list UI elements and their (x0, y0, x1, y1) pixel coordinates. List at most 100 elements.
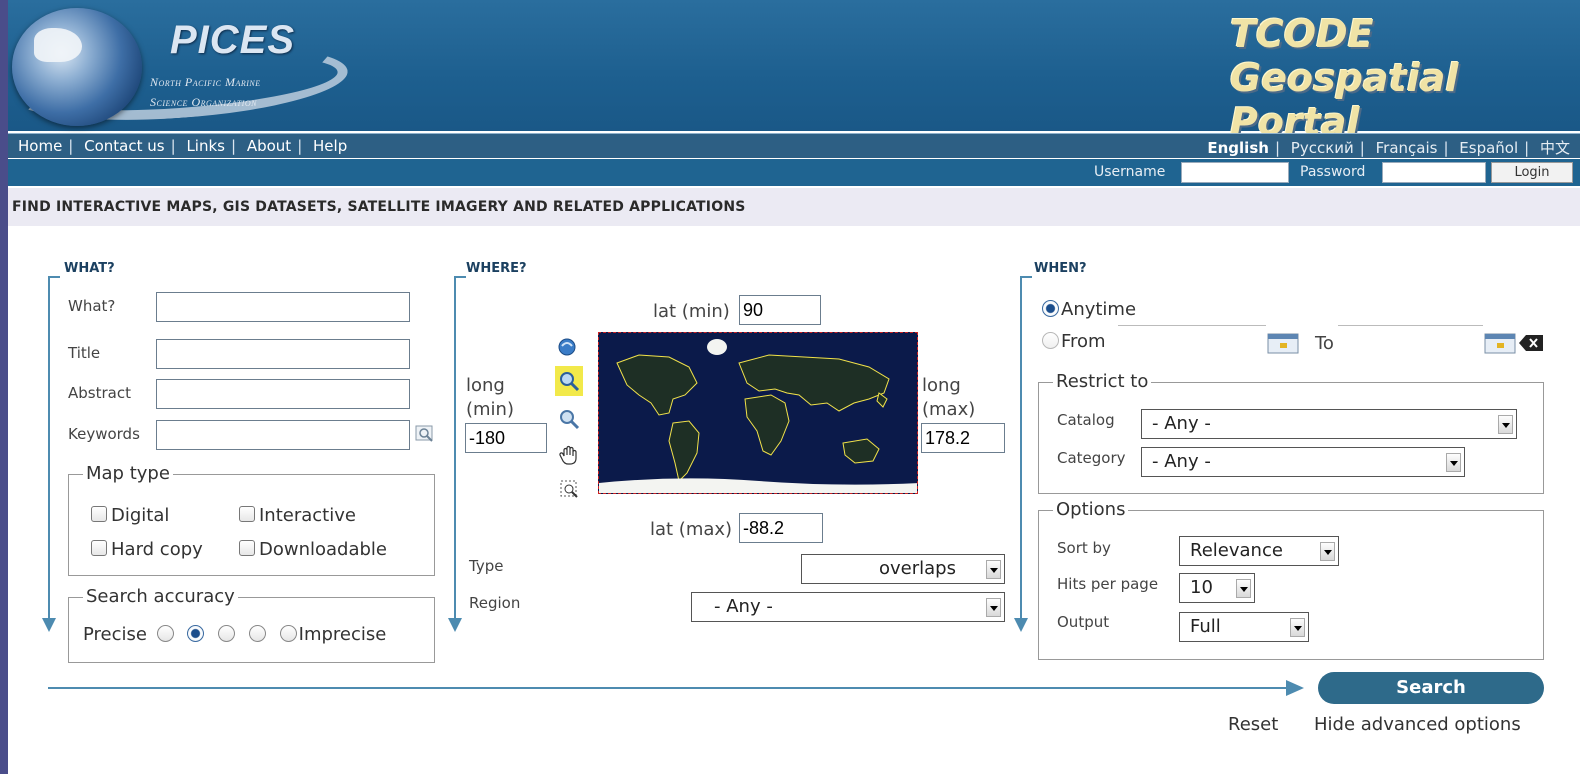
accuracy-radio-2[interactable] (187, 625, 205, 642)
login-button[interactable]: Login (1491, 162, 1573, 183)
chevron-down-icon[interactable] (1320, 542, 1335, 561)
to-date-input[interactable] (1338, 325, 1483, 355)
checkbox-icon[interactable] (239, 506, 255, 522)
map-type-fieldset: Map type Digital Interactive Hard copy D… (68, 463, 435, 576)
zoom-in-icon[interactable] (558, 370, 580, 392)
catalog-select-value: - Any - (1152, 413, 1211, 434)
zoom-in-tool-active[interactable] (555, 366, 583, 396)
find-banner: FIND INTERACTIVE MAPS, GIS DATASETS, SAT… (8, 188, 1580, 226)
output-select[interactable]: Full (1179, 612, 1309, 642)
restrict-to-fieldset: Restrict to Catalog - Any - Category - A… (1038, 371, 1544, 494)
nav-link-help[interactable]: Help (313, 137, 347, 155)
zoom-out-icon[interactable] (558, 408, 580, 430)
keyword-picker-icon[interactable] (414, 422, 436, 444)
accuracy-radio-1[interactable] (156, 625, 174, 642)
lang-french[interactable]: Français (1376, 139, 1438, 157)
find-banner-text: FIND INTERACTIVE MAPS, GIS DATASETS, SAT… (12, 199, 746, 215)
clear-date-icon[interactable] (1518, 334, 1544, 352)
chevron-down-icon[interactable] (1498, 415, 1513, 434)
hits-per-page-value: 10 (1190, 577, 1213, 598)
options-fieldset: Options Sort by Relevance Hits per page … (1038, 499, 1544, 660)
map-type-hard-copy[interactable]: Hard copy (91, 539, 203, 560)
chevron-down-icon[interactable] (1446, 453, 1461, 472)
type-select[interactable]: overlaps (801, 554, 1005, 584)
login-bar: Username Password Login (8, 159, 1580, 186)
where-flow-arrow (448, 276, 462, 632)
hide-advanced-options-link[interactable]: Hide advanced options (1314, 714, 1521, 735)
accuracy-radio-5[interactable] (279, 625, 297, 642)
to-label: To (1315, 333, 1334, 354)
search-button[interactable]: Search (1318, 672, 1544, 704)
map-type-interactive-label: Interactive (259, 505, 356, 526)
hits-per-page-select[interactable]: 10 (1179, 573, 1255, 603)
chevron-down-icon[interactable] (1236, 579, 1251, 598)
nav-link-about[interactable]: About (247, 137, 291, 155)
zoom-box-icon[interactable] (558, 478, 580, 500)
lang-spanish[interactable]: Español (1459, 139, 1518, 157)
checkbox-icon[interactable] (91, 506, 107, 522)
long-max-input[interactable] (921, 423, 1005, 453)
username-input[interactable] (1181, 162, 1289, 183)
map-type-downloadable[interactable]: Downloadable (239, 539, 387, 560)
output-label: Output (1057, 613, 1110, 631)
anytime-option[interactable]: Anytime (1042, 299, 1136, 320)
portal-title-line-2: Geospatial (1230, 56, 1459, 100)
options-legend: Options (1053, 499, 1129, 520)
what-input[interactable] (156, 292, 410, 322)
restrict-to-legend: Restrict to (1053, 371, 1152, 392)
type-select-value: overlaps (879, 558, 956, 579)
where-section-title: WHERE? (466, 261, 527, 276)
what-section-title: WHAT? (64, 261, 115, 276)
when-flow-arrow (1014, 276, 1028, 632)
zoom-extent-icon[interactable] (556, 336, 578, 358)
long-min-label-2: (min) (466, 399, 514, 420)
lat-max-input[interactable] (739, 513, 823, 543)
lat-max-label: lat (max) (650, 519, 733, 540)
map-type-interactive[interactable]: Interactive (239, 505, 356, 526)
title-field-label: Title (68, 344, 101, 362)
world-map[interactable] (598, 332, 918, 494)
page-frame: PICES North Pacific Marine Science Organ… (8, 0, 1580, 774)
chevron-down-icon[interactable] (1290, 618, 1305, 637)
from-date-input[interactable] (1118, 325, 1266, 355)
accuracy-radio-3[interactable] (218, 625, 236, 642)
from-calendar-icon[interactable] (1267, 332, 1299, 354)
long-min-input[interactable] (465, 423, 547, 453)
nav-link-home[interactable]: Home (18, 137, 62, 155)
sort-by-select[interactable]: Relevance (1179, 536, 1339, 566)
checkbox-icon[interactable] (91, 540, 107, 556)
chevron-down-icon[interactable] (986, 560, 1001, 579)
to-calendar-icon[interactable] (1484, 332, 1516, 354)
lat-min-label: lat (min) (653, 301, 730, 322)
what-flow-arrow (42, 276, 56, 632)
checkbox-icon[interactable] (239, 540, 255, 556)
nav-link-links[interactable]: Links (186, 137, 225, 155)
pices-globe-logo[interactable] (12, 8, 142, 126)
keywords-input[interactable] (156, 420, 410, 450)
map-type-digital[interactable]: Digital (91, 505, 169, 526)
lang-chinese[interactable]: 中文 (1540, 139, 1570, 157)
portal-title-line-1: TCODE (1230, 12, 1374, 56)
lang-english[interactable]: English (1207, 139, 1269, 157)
title-input[interactable] (156, 339, 410, 369)
catalog-select[interactable]: - Any - (1141, 409, 1517, 439)
region-select[interactable]: - Any - (691, 592, 1005, 622)
chevron-down-icon[interactable] (986, 598, 1001, 617)
nav-link-contact[interactable]: Contact us (84, 137, 164, 155)
pan-hand-icon[interactable] (558, 444, 580, 466)
from-option[interactable]: From (1042, 331, 1106, 352)
password-input[interactable] (1382, 162, 1486, 183)
accuracy-precise-label: Precise (83, 624, 147, 645)
lang-russian[interactable]: Русский (1291, 139, 1354, 157)
nav-links: Home | Contact us | Links | About | Help (18, 137, 348, 155)
category-select[interactable]: - Any - (1141, 447, 1465, 477)
anytime-radio[interactable] (1042, 300, 1059, 317)
lat-min-input[interactable] (739, 295, 821, 325)
reset-link[interactable]: Reset (1228, 714, 1278, 735)
map-type-hard-copy-label: Hard copy (111, 539, 203, 560)
abstract-input[interactable] (156, 379, 410, 409)
sort-by-label: Sort by (1057, 539, 1111, 557)
map-type-digital-label: Digital (111, 505, 170, 526)
accuracy-radio-4[interactable] (248, 625, 266, 642)
from-radio[interactable] (1042, 332, 1059, 349)
